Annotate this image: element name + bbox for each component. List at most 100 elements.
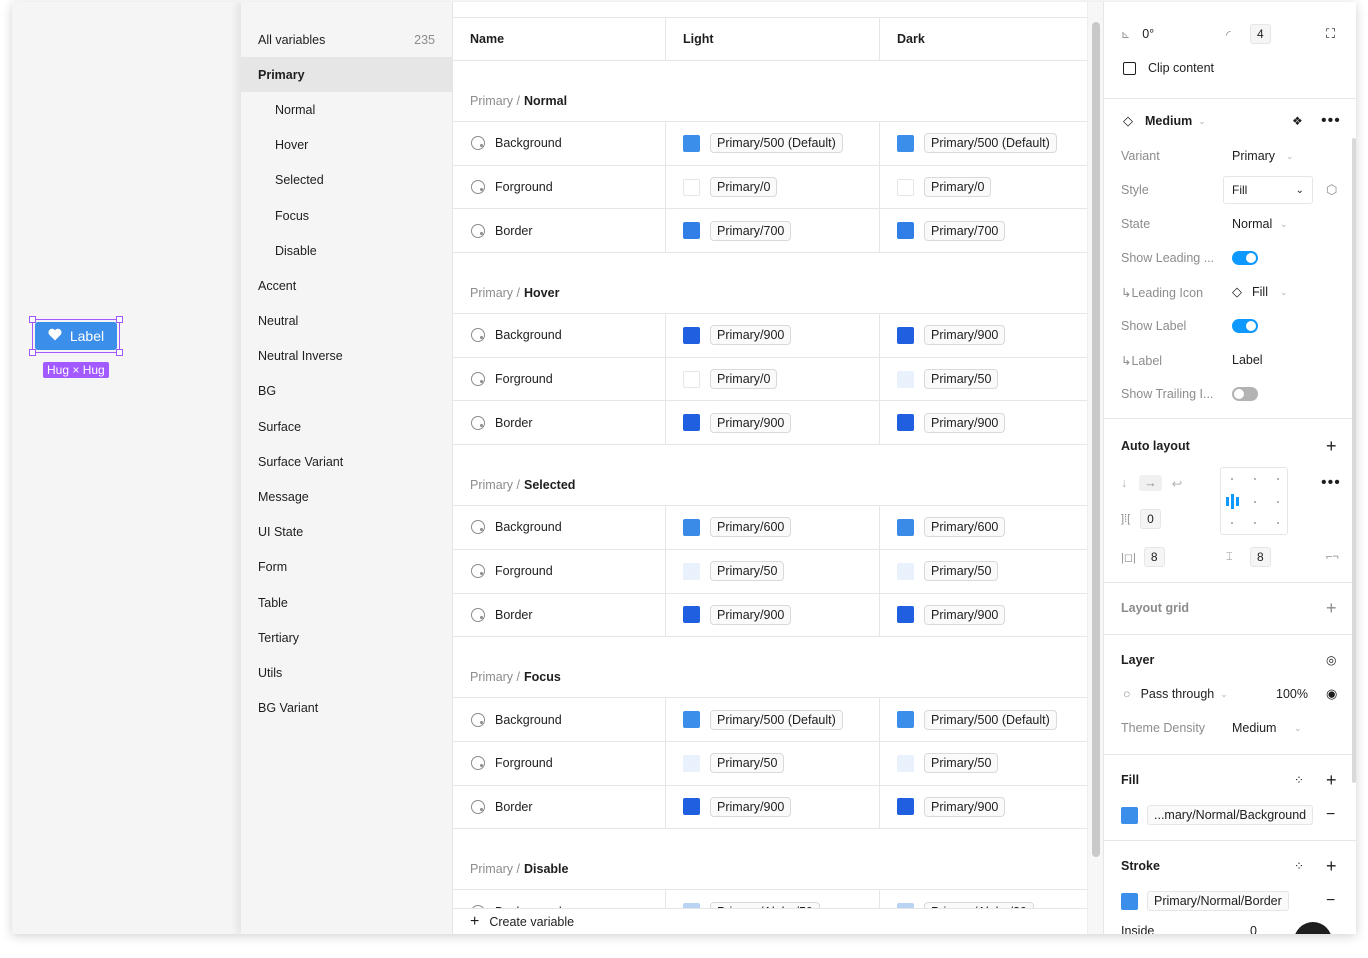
- col-light-header[interactable]: Light: [666, 18, 880, 60]
- stroke-swatch[interactable]: [1121, 892, 1138, 910]
- light-value-cell[interactable]: Primary/700: [666, 209, 880, 253]
- stroke-weight[interactable]: 0: [1250, 924, 1257, 934]
- variable-name-cell[interactable]: Background: [453, 506, 666, 549]
- chevron-down-icon[interactable]: ⌄: [1198, 116, 1206, 127]
- opacity-value[interactable]: 100%: [1276, 687, 1308, 701]
- collection-item[interactable]: Accent: [241, 268, 452, 303]
- variable-name-cell[interactable]: Forground: [453, 741, 666, 785]
- direction-right-icon[interactable]: →: [1139, 475, 1162, 491]
- alias-pill[interactable]: Primary/500 (Default): [710, 709, 843, 730]
- property-value[interactable]: Label: [1232, 353, 1263, 367]
- chevron-down-icon[interactable]: ⌄: [1286, 151, 1294, 162]
- light-value-cell[interactable]: Primary/0: [666, 357, 880, 401]
- chevron-down-icon[interactable]: ⌄: [1220, 689, 1228, 700]
- stroke-variable[interactable]: Primary/Normal/Border: [1147, 891, 1289, 911]
- dark-value-cell[interactable]: Primary/700: [880, 209, 1087, 252]
- light-value-cell[interactable]: Primary/50: [666, 741, 880, 785]
- collection-item[interactable]: Primary: [241, 57, 452, 93]
- blend-mode-value[interactable]: Pass through: [1141, 687, 1215, 701]
- variable-name-cell[interactable]: Border: [453, 785, 666, 829]
- alias-pill[interactable]: Primary/50: [710, 753, 785, 774]
- remove-fill-icon[interactable]: −: [1326, 806, 1335, 824]
- collection-item[interactable]: UI State: [241, 515, 452, 550]
- all-variables-item[interactable]: All variables 235: [241, 22, 452, 57]
- style-select[interactable]: Fill ⌄: [1223, 176, 1313, 204]
- add-stroke-icon[interactable]: +: [1326, 856, 1337, 877]
- alias-pill[interactable]: Primary/50: [924, 753, 999, 774]
- resize-handle[interactable]: [116, 316, 123, 323]
- wrap-icon[interactable]: ↩: [1172, 476, 1182, 491]
- resize-handle[interactable]: [116, 349, 123, 356]
- collection-item[interactable]: Neutral Inverse: [241, 339, 452, 374]
- col-name-header[interactable]: Name: [453, 18, 666, 60]
- design-canvas[interactable]: Label Hug × Hug: [12, 2, 241, 934]
- collection-item[interactable]: Focus: [241, 198, 452, 233]
- table-row[interactable]: Background Primary/900 Primary/900: [453, 314, 1087, 358]
- alias-pill[interactable]: Primary/50: [710, 561, 785, 582]
- fill-variable[interactable]: ...mary/Normal/Background: [1147, 805, 1314, 825]
- alias-pill[interactable]: Primary/700: [710, 220, 792, 241]
- selected-button-frame[interactable]: Label: [29, 316, 123, 356]
- light-value-cell[interactable]: Primary/900: [666, 314, 880, 357]
- alias-pill[interactable]: Primary/900: [924, 412, 1006, 433]
- table-row[interactable]: Forground Primary/0 Primary/50: [453, 357, 1087, 402]
- clip-content-checkbox[interactable]: [1123, 61, 1136, 75]
- corner-radius-input[interactable]: 4: [1250, 24, 1271, 44]
- alignment-grid[interactable]: [1220, 467, 1288, 535]
- alias-pill[interactable]: Primary/50: [924, 561, 999, 582]
- property-value[interactable]: Normal: [1232, 217, 1272, 231]
- collection-item[interactable]: Utils: [241, 655, 452, 690]
- alias-pill[interactable]: Primary/0: [710, 369, 778, 390]
- table-row[interactable]: Border Primary/900 Primary/900: [453, 785, 1087, 830]
- collection-item[interactable]: Surface Variant: [241, 444, 452, 479]
- alias-pill[interactable]: Primary/600: [924, 517, 1006, 538]
- chevron-down-icon[interactable]: ⌄: [1280, 219, 1288, 230]
- alias-pill[interactable]: Primary/700: [924, 220, 1006, 241]
- more-options-icon[interactable]: •••: [1321, 112, 1341, 130]
- collection-item[interactable]: Table: [241, 585, 452, 620]
- alias-pill[interactable]: Primary/900: [924, 604, 1006, 625]
- dark-value-cell[interactable]: Primary/50: [880, 550, 1087, 593]
- collection-item[interactable]: Disable: [241, 233, 452, 268]
- expand-corners-icon[interactable]: ⛶: [1326, 26, 1335, 42]
- primary-button[interactable]: Label: [35, 322, 117, 350]
- table-row[interactable]: Border Primary/700 Primary/700: [453, 209, 1087, 254]
- theme-density-value[interactable]: Medium: [1232, 721, 1276, 735]
- dark-value-cell[interactable]: Primary/50: [880, 742, 1087, 785]
- variable-name-cell[interactable]: Background: [453, 314, 666, 357]
- add-layout-grid-icon[interactable]: +: [1326, 598, 1337, 619]
- style-grid-icon[interactable]: ⁘: [1294, 859, 1304, 873]
- alias-pill[interactable]: Primary/900: [710, 412, 792, 433]
- alias-pill[interactable]: Primary/900: [710, 604, 792, 625]
- light-value-cell[interactable]: Primary/600: [666, 506, 880, 549]
- light-value-cell[interactable]: Primary/50: [666, 549, 880, 593]
- table-row[interactable]: Forground Primary/50 Primary/50: [453, 549, 1087, 594]
- light-value-cell[interactable]: Primary/500 (Default): [666, 122, 880, 165]
- collection-item[interactable]: Message: [241, 479, 452, 514]
- dark-value-cell[interactable]: Primary/900: [880, 594, 1087, 637]
- rotation-value[interactable]: 0°: [1142, 27, 1154, 41]
- dark-value-cell[interactable]: Primary/0: [880, 166, 1087, 209]
- auto-layout-more-icon[interactable]: •••: [1321, 474, 1341, 492]
- variable-name-cell[interactable]: Forground: [453, 549, 666, 593]
- dark-value-cell[interactable]: Primary/500 (Default): [880, 122, 1087, 165]
- table-row[interactable]: Background Primary/600 Primary/600: [453, 506, 1087, 550]
- alias-pill[interactable]: Primary/900: [924, 796, 1006, 817]
- visibility-eye-icon[interactable]: ◉: [1326, 686, 1337, 702]
- table-scrollbar[interactable]: [1087, 2, 1103, 934]
- col-dark-header[interactable]: Dark: [880, 18, 1087, 60]
- light-value-cell[interactable]: Primary/900: [666, 401, 880, 445]
- variable-name-cell[interactable]: Border: [453, 401, 666, 445]
- layer-mode-icon[interactable]: ◎: [1326, 653, 1336, 667]
- dark-value-cell[interactable]: Primary/600: [880, 506, 1087, 549]
- gap-input[interactable]: 0: [1140, 509, 1161, 529]
- light-value-cell[interactable]: Primary/900: [666, 785, 880, 829]
- alias-pill[interactable]: Primary/900: [924, 325, 1006, 346]
- collection-item[interactable]: Normal: [241, 92, 452, 127]
- fill-swatch[interactable]: [1121, 806, 1138, 824]
- dark-value-cell[interactable]: Primary/900: [880, 401, 1087, 444]
- table-row[interactable]: Border Primary/900 Primary/900: [453, 401, 1087, 446]
- variable-name-cell[interactable]: Background: [453, 698, 666, 741]
- variable-name-cell[interactable]: Forground: [453, 357, 666, 401]
- individual-padding-icon[interactable]: ⌐¬: [1326, 551, 1339, 563]
